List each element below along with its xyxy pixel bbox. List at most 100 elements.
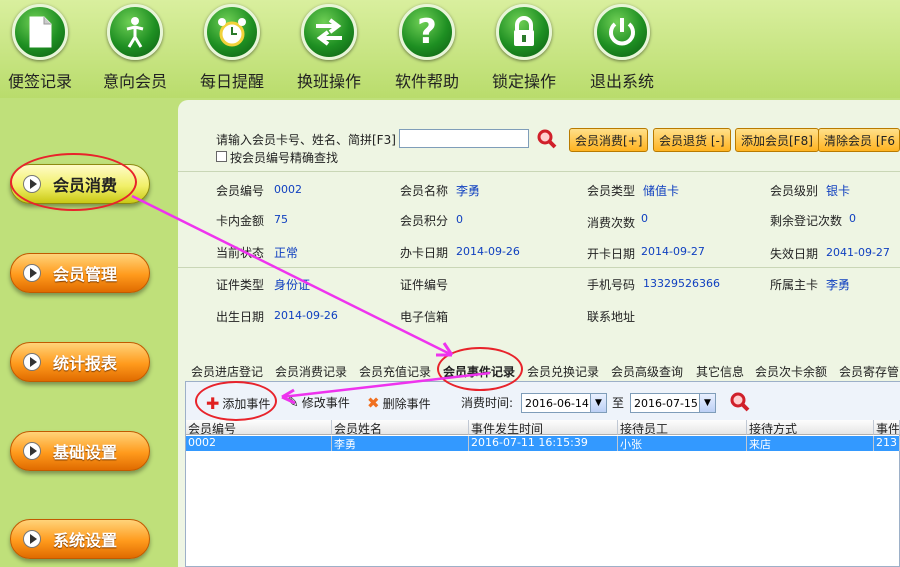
remaining-value: 0 xyxy=(849,212,856,225)
side-menu-basic-settings[interactable]: 基础设置 xyxy=(10,431,150,471)
expire-date-label: 失效日期 xyxy=(770,247,819,261)
play-icon xyxy=(23,442,41,460)
divider xyxy=(178,171,900,172)
person-icon xyxy=(126,17,144,48)
column-header[interactable]: 接待员工 xyxy=(618,420,747,435)
search-icon[interactable] xyxy=(536,128,558,150)
toolbar-label: 软件帮助 xyxy=(394,72,459,91)
table-cell[interactable]: 小张 xyxy=(618,436,747,451)
date-from-picker[interactable]: 2016-06-14 ▼ xyxy=(521,393,607,413)
add-member-button[interactable]: 添加会员[F8] xyxy=(735,128,819,152)
member-id-value: 0002 xyxy=(274,183,302,196)
side-menu-system-settings[interactable]: 系统设置 xyxy=(10,519,150,559)
toolbar-label: 每日提醒 xyxy=(199,72,264,91)
event-records-panel: ✚ 添加事件 ✎ 修改事件 ✖ 删除事件 消费时间: 2016-06-14 ▼ … xyxy=(185,381,900,567)
member-type-label: 会员类型 xyxy=(587,184,636,198)
tab-store-visit[interactable]: 会员进店登记 xyxy=(191,363,263,380)
table-cell[interactable]: 2016-07-11 16:15:39 xyxy=(469,436,618,451)
grid-toolbar: ✚ 添加事件 ✎ 修改事件 ✖ 删除事件 消费时间: 2016-06-14 ▼ … xyxy=(186,382,900,422)
column-header[interactable]: 会员姓名 xyxy=(332,420,469,435)
tab-advanced-query[interactable]: 会员高级查询 xyxy=(611,363,683,380)
play-icon xyxy=(23,264,41,282)
power-icon xyxy=(609,18,635,46)
time-filter-label: 消费时间: xyxy=(461,396,514,410)
toolbar-exit-button[interactable]: 退出系统 xyxy=(580,4,664,92)
tab-consume-records[interactable]: 会员消费记录 xyxy=(275,363,347,380)
delete-x-icon: ✖ xyxy=(367,394,380,412)
annotation-oval xyxy=(437,347,523,391)
issue-date-label: 办卡日期 xyxy=(400,246,449,260)
table-cell[interactable]: 213 xyxy=(874,436,900,451)
exact-search-label: 按会员编号精确查找 xyxy=(230,151,339,165)
table-cell[interactable]: 0002 xyxy=(186,436,332,451)
table-cell[interactable]: 来店 xyxy=(747,436,874,451)
visits-value: 0 xyxy=(641,212,648,225)
delete-event-label: 删除事件 xyxy=(382,396,431,411)
question-icon: ? xyxy=(417,12,437,52)
member-type-value: 储值卡 xyxy=(643,184,680,198)
toolbar-label: 锁定操作 xyxy=(491,72,556,91)
member-level-label: 会员级别 xyxy=(770,184,819,198)
exact-search-checkbox[interactable] xyxy=(216,151,227,162)
toolbar-label: 退出系统 xyxy=(589,72,654,91)
balance-value: 75 xyxy=(274,213,288,226)
column-header[interactable]: 事件发生时间 xyxy=(469,420,618,435)
search-icon[interactable] xyxy=(729,391,751,413)
alarm-clock-icon xyxy=(218,18,246,47)
toolbar-help-button[interactable]: ? 软件帮助 xyxy=(385,4,469,92)
tab-recharge-records[interactable]: 会员充值记录 xyxy=(359,363,431,380)
birth-date-value: 2014-09-26 xyxy=(274,309,338,322)
date-from-value: 2016-06-14 xyxy=(525,396,589,410)
status-value: 正常 xyxy=(274,246,299,260)
toolbar-shift-change-button[interactable]: 换班操作 xyxy=(287,4,371,92)
main-panel: 请输入会员卡号、姓名、简拼[F3] 按会员编号精确查找 会员消费[+] 会员退货… xyxy=(178,100,900,567)
toolbar-label: 便签记录 xyxy=(7,72,72,91)
chevron-down-icon[interactable]: ▼ xyxy=(590,394,606,412)
edit-event-button[interactable]: ✎ 修改事件 xyxy=(287,394,350,411)
phone-label: 手机号码 xyxy=(587,278,636,292)
side-menu-member-manage[interactable]: 会员管理 xyxy=(10,253,150,293)
member-return-button[interactable]: 会员退货 [-] xyxy=(653,128,731,152)
toolbar-label: 换班操作 xyxy=(296,72,361,91)
chevron-down-icon[interactable]: ▼ xyxy=(699,394,715,412)
lock-icon xyxy=(514,16,534,46)
toolbar-intent-member-button[interactable]: 意向会员 xyxy=(93,4,177,92)
date-to-picker[interactable]: 2016-07-15 ▼ xyxy=(630,393,716,413)
points-value: 0 xyxy=(456,213,463,226)
column-header[interactable]: 会员编号 xyxy=(186,420,332,435)
date-to-value: 2016-07-15 xyxy=(634,396,698,410)
toolbar-label: 意向会员 xyxy=(102,72,167,91)
tab-card-balance[interactable]: 会员次卡余额 xyxy=(755,363,827,380)
column-header[interactable]: 事件 xyxy=(874,420,900,435)
issue-date-value: 2014-09-26 xyxy=(456,245,520,258)
birth-date-label: 出生日期 xyxy=(216,310,265,324)
annotation-oval xyxy=(10,153,137,211)
toolbar-notes-button[interactable]: 便签记录 xyxy=(0,4,82,92)
clear-member-button[interactable]: 清除会员 [F6 xyxy=(818,128,900,152)
table-cell[interactable]: 李勇 xyxy=(332,436,469,451)
date-to-label: 至 xyxy=(612,396,625,410)
delete-event-button[interactable]: ✖ 删除事件 xyxy=(367,394,431,412)
toolbar-lock-button[interactable]: 锁定操作 xyxy=(482,4,566,92)
tab-exchange-records[interactable]: 会员兑换记录 xyxy=(527,363,599,380)
expire-date-value: 2041-09-27 xyxy=(826,246,890,259)
tab-other-info[interactable]: 其它信息 xyxy=(696,363,744,380)
edit-event-label: 修改事件 xyxy=(301,396,350,410)
remaining-label: 剩余登记次数 xyxy=(770,214,843,228)
address-label: 联系地址 xyxy=(587,310,636,324)
member-consume-button[interactable]: 会员消费[+] xyxy=(569,128,649,152)
play-icon xyxy=(23,353,41,371)
toolbar-daily-reminder-button[interactable]: 每日提醒 xyxy=(190,4,274,92)
play-icon xyxy=(23,530,41,548)
balance-label: 卡内金额 xyxy=(216,214,265,228)
member-level-value: 银卡 xyxy=(826,184,851,198)
column-header[interactable]: 接待方式 xyxy=(747,420,874,435)
note-icon xyxy=(29,16,52,48)
side-menu-reports[interactable]: 统计报表 xyxy=(10,342,150,382)
pencil-icon: ✎ xyxy=(287,394,299,411)
open-date-label: 开卡日期 xyxy=(587,247,636,261)
side-menu-label: 会员管理 xyxy=(53,265,118,284)
open-date-value: 2014-09-27 xyxy=(641,245,705,258)
search-input[interactable] xyxy=(399,129,529,148)
tab-storage[interactable]: 会员寄存管 xyxy=(839,363,899,380)
